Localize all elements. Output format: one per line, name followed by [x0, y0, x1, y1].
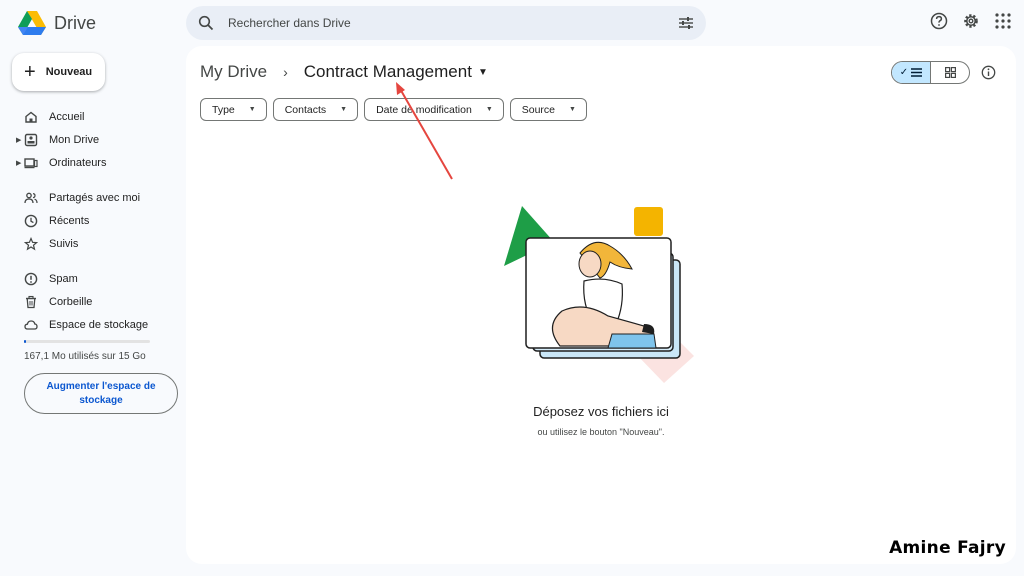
sidebar-item-accueil[interactable]: Accueil [0, 105, 186, 128]
new-button-label: Nouveau [45, 66, 93, 78]
dropdown-arrow-icon: ▼ [569, 106, 576, 113]
drive-logo-icon [18, 11, 46, 35]
grid-icon [944, 67, 956, 78]
breadcrumb-current-folder[interactable]: Contract Management [304, 62, 472, 82]
upgrade-storage-button[interactable]: Augmenter l'espace de stockage [24, 373, 178, 414]
filter-label: Type [212, 103, 235, 116]
help-icon[interactable] [930, 12, 948, 30]
drive-logo[interactable]: Drive [18, 10, 96, 36]
empty-state-subtitle: ou utilisez le bouton "Nouveau". [537, 427, 665, 437]
app-title: Drive [54, 12, 97, 33]
search-input[interactable]: Rechercher dans Drive [186, 6, 706, 40]
sidebar-item-stockage[interactable]: Espace de stockage [0, 313, 186, 336]
search-icon [198, 15, 214, 31]
sidebar-item-ordinateurs[interactable]: ▶ Ordinateurs [0, 151, 186, 174]
filter-bar: Type ▼ Contacts ▼ Date de modification ▼ So… [200, 98, 587, 121]
grid-view-button[interactable] [931, 62, 969, 83]
watermark: Amine Fajry [889, 538, 1006, 558]
new-button[interactable]: + Nouveau [12, 53, 105, 91]
filter-source[interactable]: Source ▼ [509, 98, 587, 121]
spam-icon [24, 272, 38, 286]
storage-usage-text: 167,1 Mo utilisés sur 15 Go [24, 351, 146, 362]
main-content: My Drive › Contract Management ▼ ✓ Type ▼… [186, 46, 1016, 564]
sidebar-item-partages[interactable]: Partagés avec moi [0, 186, 186, 209]
cloud-icon [24, 318, 38, 332]
storage-progress-bar [24, 340, 150, 343]
trash-icon [24, 295, 38, 309]
list-view-button[interactable]: ✓ [892, 62, 931, 83]
filter-date-modification[interactable]: Date de modification ▼ [364, 98, 504, 121]
sidebar-item-suivis[interactable]: Suivis [0, 232, 186, 255]
filter-label: Contacts [284, 103, 327, 116]
view-toggle[interactable]: ✓ [891, 61, 970, 84]
sidebar-item-label: Corbeille [49, 295, 93, 308]
filter-contacts[interactable]: Contacts ▼ [272, 98, 359, 121]
apps-grid-icon[interactable] [994, 12, 1012, 30]
expand-caret-icon[interactable]: ▶ [16, 136, 21, 144]
plus-icon: + [24, 61, 36, 83]
filter-label: Date de modification [376, 103, 472, 116]
dropdown-arrow-icon: ▼ [485, 106, 493, 113]
filter-type[interactable]: Type ▼ [200, 98, 267, 121]
sidebar-item-label: Accueil [49, 110, 85, 123]
sidebar-item-spam[interactable]: Spam [0, 267, 186, 290]
sidebar-item-label: Mon Drive [49, 133, 100, 146]
search-options-icon[interactable] [678, 15, 694, 31]
computer-icon [24, 156, 38, 170]
storage-progress-fill [24, 340, 26, 343]
home-icon [24, 110, 38, 124]
folder-menu-caret-icon[interactable]: ▼ [478, 67, 488, 78]
search-placeholder: Rechercher dans Drive [228, 16, 351, 30]
sidebar-item-label: Suivis [49, 237, 79, 250]
info-icon[interactable] [981, 65, 996, 80]
empty-folder-illustration [504, 206, 694, 383]
clock-icon [24, 214, 38, 228]
breadcrumb-root[interactable]: My Drive [200, 62, 267, 82]
sidebar-item-label: Ordinateurs [49, 156, 107, 169]
list-icon [911, 68, 923, 77]
sidebar-item-label: Espace de stockage [49, 318, 149, 331]
sidebar-nav: Accueil ▶ Mon Drive ▶ Ordinateurs Partag… [0, 105, 186, 336]
sidebar-item-mon-drive[interactable]: ▶ Mon Drive [0, 128, 186, 151]
sidebar-item-label: Spam [49, 272, 78, 285]
star-icon [24, 236, 38, 251]
settings-icon[interactable] [962, 12, 980, 30]
dropdown-arrow-icon: ▼ [340, 106, 348, 113]
sidebar-item-label: Récents [49, 214, 90, 227]
filter-label: Source [521, 103, 556, 116]
sidebar-item-recents[interactable]: Récents [0, 209, 186, 232]
people-icon [24, 191, 38, 205]
empty-state-title: Déposez vos fichiers ici [533, 404, 669, 419]
breadcrumb: My Drive › Contract Management ▼ [200, 62, 488, 82]
expand-caret-icon[interactable]: ▶ [16, 159, 21, 167]
sidebar-item-corbeille[interactable]: Corbeille [0, 290, 186, 313]
check-icon: ✓ [899, 67, 909, 78]
dropdown-arrow-icon: ▼ [248, 106, 256, 113]
chevron-right-icon: › [283, 64, 288, 80]
my-drive-icon [24, 133, 38, 147]
sidebar-item-label: Partagés avec moi [49, 191, 141, 204]
